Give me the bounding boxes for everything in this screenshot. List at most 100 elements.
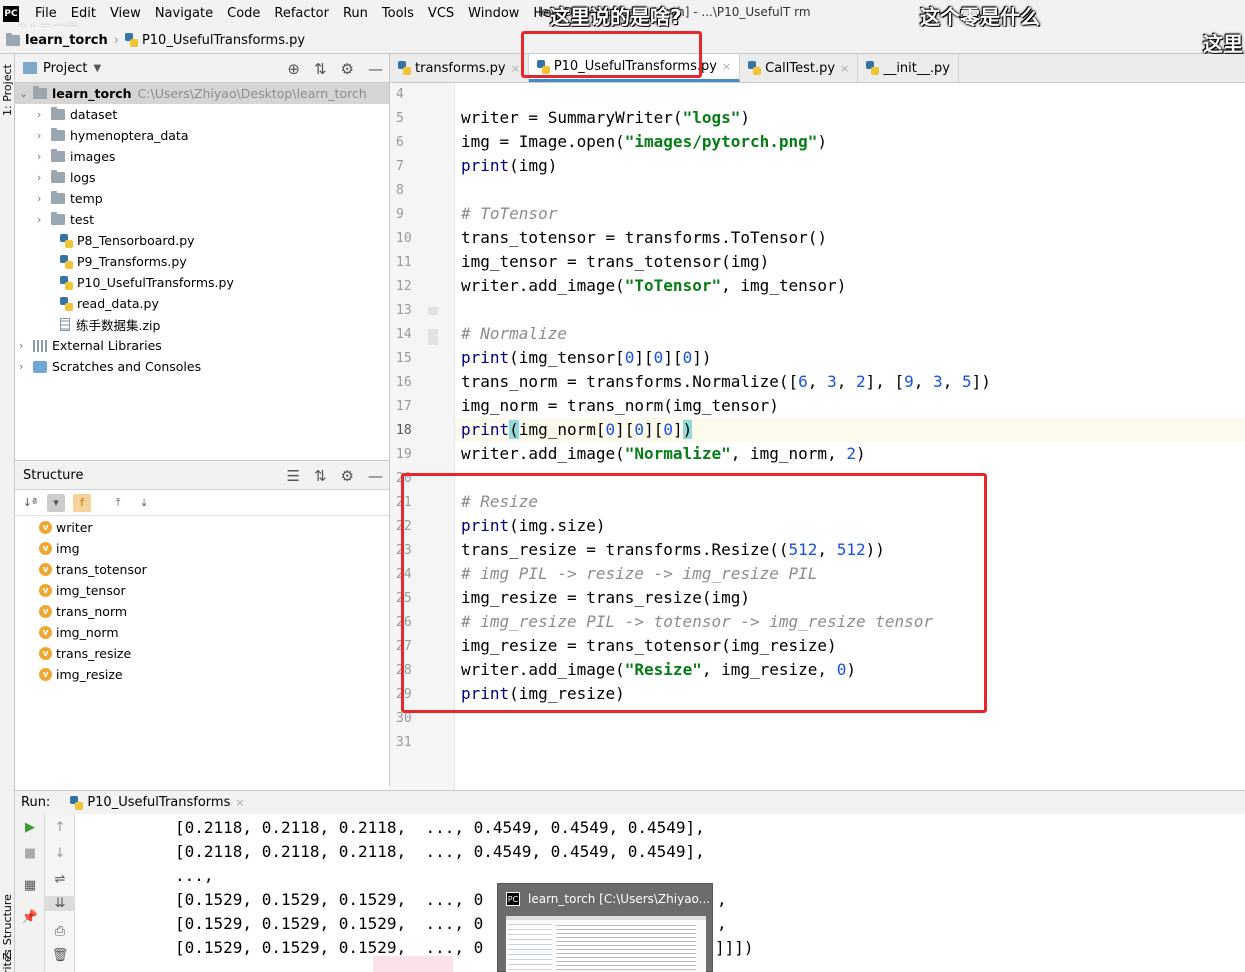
tree-folder-test[interactable]: › test <box>37 209 94 230</box>
fold-marker-icon[interactable] <box>428 307 438 315</box>
menu-code[interactable]: Code <box>227 6 260 21</box>
tool-tab-project[interactable]: 1: Project <box>1 64 14 116</box>
structure-item[interactable]: v trans_norm <box>39 601 127 622</box>
structure-item[interactable]: v img_resize <box>39 664 123 685</box>
menu-run[interactable]: Run <box>343 6 368 21</box>
chevron-right-icon[interactable]: › <box>37 129 51 142</box>
tree-folder-dataset[interactable]: › dataset <box>37 104 117 125</box>
taskbar-window-preview[interactable]: PC learn_torch [C:\Users\Zhiyao... <box>497 883 713 972</box>
chevron-down-icon[interactable]: ⌄ <box>19 87 33 100</box>
line-number: 8 <box>396 183 404 198</box>
chevron-right-icon[interactable]: › <box>37 150 51 163</box>
line-number: 6 <box>396 135 404 150</box>
scroll-to-end-icon[interactable]: ⇊ <box>45 896 75 911</box>
gear-icon[interactable]: ⚙ <box>341 60 354 78</box>
code-line: print(img_norm[0][0][0]) <box>461 420 693 439</box>
pin-tab-icon[interactable]: 📌 <box>15 910 45 925</box>
print-icon[interactable]: ⎙ <box>45 924 75 939</box>
menu-navigate[interactable]: Navigate <box>155 6 213 21</box>
overlay-comment-1: 这里说的是啥? <box>550 5 682 29</box>
tree-folder-label: images <box>70 149 116 164</box>
trash-icon[interactable]: 🗑 <box>45 948 75 963</box>
variable-icon: v <box>39 647 52 660</box>
structure-item[interactable]: v trans_totensor <box>39 559 147 580</box>
chevron-down-icon[interactable]: ▼ <box>93 63 101 74</box>
chevron-right-icon[interactable]: › <box>19 339 33 352</box>
menu-window[interactable]: Window <box>468 6 519 21</box>
scratches-icon <box>33 360 47 373</box>
tree-file-p10[interactable]: P10_UsefulTransforms.py <box>60 272 234 293</box>
autoscroll-from-source-icon[interactable]: ⤓ <box>135 494 153 512</box>
tab-init[interactable]: __init__.py <box>858 54 959 82</box>
restore-layout-icon[interactable]: ▦ <box>15 878 45 893</box>
close-icon[interactable]: × <box>235 796 244 809</box>
menu-tools[interactable]: Tools <box>382 6 414 21</box>
collapse-all-icon[interactable]: ⇅ <box>314 467 327 485</box>
close-icon[interactable]: × <box>722 60 731 73</box>
close-icon[interactable]: × <box>840 62 849 75</box>
structure-item[interactable]: v img_tensor <box>39 580 126 601</box>
chevron-right-icon[interactable]: › <box>37 213 51 226</box>
breadcrumb-file[interactable]: P10_UsefulTransforms.py <box>142 33 305 48</box>
menu-edit[interactable]: Edit <box>71 6 96 21</box>
expand-all-icon[interactable]: ☰ <box>287 467 300 485</box>
tree-folder-hymenoptera[interactable]: › hymenoptera_data <box>37 125 189 146</box>
tree-external-libraries[interactable]: › External Libraries <box>19 335 162 356</box>
chevron-right-icon[interactable]: › <box>37 192 51 205</box>
close-icon[interactable]: × <box>511 62 520 75</box>
menu-file[interactable]: File <box>35 6 57 21</box>
menu-vcs[interactable]: VCS <box>428 6 454 21</box>
sort-alphabetically-icon[interactable]: ↓ª <box>21 494 39 512</box>
autoscroll-to-source-icon[interactable]: ⤒ <box>109 494 127 512</box>
gear-icon[interactable]: ⚙ <box>341 467 354 485</box>
hide-panel-icon[interactable]: — <box>368 60 383 78</box>
tree-file-zip[interactable]: 练手数据集.zip <box>60 314 160 335</box>
console-line: [0.1529, 0.1529, 0.1529, ..., 0 <box>175 890 484 909</box>
structure-item[interactable]: v img <box>39 538 80 559</box>
structure-item[interactable]: v trans_resize <box>39 643 131 664</box>
structure-panel-header: Structure ☰ ⇅ ⚙ — <box>15 461 389 490</box>
locate-icon[interactable]: ⊕ <box>287 60 300 78</box>
code-line: img = Image.open("images/pytorch.png") <box>461 132 828 151</box>
project-view-icon <box>23 62 37 74</box>
variable-icon: v <box>39 584 52 597</box>
tree-scratches[interactable]: › Scratches and Consoles <box>19 356 201 377</box>
stop-icon[interactable]: ■ <box>15 846 45 861</box>
console-line: [0.1529, 0.1529, 0.1529, ..., 0 <box>175 914 484 933</box>
structure-item-label: img_resize <box>56 667 123 682</box>
tree-folder-images[interactable]: › images <box>37 146 115 167</box>
tree-file-p8[interactable]: P8_Tensorboard.py <box>60 230 195 251</box>
project-view-selector[interactable]: Project <box>43 61 87 76</box>
editor-tab-bar: transforms.py × P10_UsefulTransforms.py … <box>390 54 1245 83</box>
hide-panel-icon[interactable]: — <box>368 467 383 485</box>
menu-view[interactable]: View <box>110 6 141 21</box>
show-inherited-icon[interactable]: ▾ <box>47 493 65 512</box>
tool-tab-favorites[interactable]: rites <box>1 950 14 972</box>
tree-folder-logs[interactable]: › logs <box>37 167 96 188</box>
variable-icon: v <box>39 605 52 618</box>
tree-file-p9[interactable]: P9_Transforms.py <box>60 251 187 272</box>
chevron-right-icon[interactable]: › <box>19 360 33 373</box>
up-arrow-icon[interactable]: ↑ <box>45 820 75 835</box>
structure-item[interactable]: v writer <box>39 517 93 538</box>
down-arrow-icon[interactable]: ↓ <box>45 846 75 861</box>
breadcrumb-project[interactable]: learn_torch <box>25 33 108 48</box>
variable-icon: v <box>39 542 52 555</box>
tree-file-label: read_data.py <box>77 296 159 311</box>
fold-marker-icon[interactable] <box>428 329 438 345</box>
menu-refactor[interactable]: Refactor <box>274 6 329 21</box>
tree-root-row[interactable]: ⌄ learn_torch C:\Users\Zhiyao\Desktop\le… <box>15 83 389 104</box>
collapse-all-icon[interactable]: ⇅ <box>314 60 327 78</box>
chevron-right-icon[interactable]: › <box>37 171 51 184</box>
run-icon[interactable]: ▶ <box>15 820 45 835</box>
tree-file-read-data[interactable]: read_data.py <box>60 293 159 314</box>
tree-folder-temp[interactable]: › temp <box>37 188 103 209</box>
line-number: 15 <box>396 351 412 366</box>
chevron-right-icon[interactable]: › <box>37 108 51 121</box>
show-fields-icon[interactable]: f <box>73 493 91 512</box>
tab-transforms[interactable]: transforms.py × <box>390 54 529 82</box>
soft-wrap-icon[interactable]: ⇌ <box>45 872 75 887</box>
tab-calltest[interactable]: CallTest.py × <box>740 54 859 82</box>
structure-item[interactable]: v img_norm <box>39 622 119 643</box>
run-config-tab[interactable]: P10_UsefulTransforms <box>87 795 230 810</box>
